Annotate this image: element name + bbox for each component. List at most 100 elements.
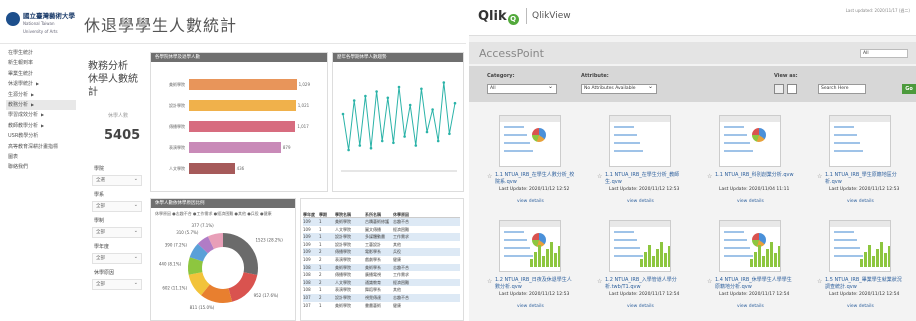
- nav-item[interactable]: 生源分析 ▶: [6, 90, 76, 100]
- trend-point[interactable]: [341, 112, 345, 116]
- document-thumbnail[interactable]: [609, 220, 671, 272]
- view-details-link[interactable]: view details: [517, 199, 544, 204]
- table-row[interactable]: 107 2 設計學院 視覺傳達 志趣不合: [303, 293, 460, 302]
- trend-point[interactable]: [358, 144, 362, 147]
- document-thumbnail[interactable]: [719, 115, 781, 167]
- trend-point[interactable]: [414, 144, 418, 147]
- favorite-star-icon[interactable]: ☆: [817, 278, 822, 285]
- trend-point[interactable]: [364, 94, 367, 98]
- document-name-link[interactable]: 1.5 NTUA_IRB_畢業學生就業狀況調查統計.qvw: [825, 277, 905, 290]
- view-details-link[interactable]: view details: [737, 304, 764, 309]
- nav-item[interactable]: USR教學分析: [6, 131, 76, 141]
- trend-point[interactable]: [453, 101, 457, 105]
- filter-select[interactable]: 全部: [92, 227, 142, 238]
- table-header-cell[interactable]: 學年度: [303, 211, 319, 217]
- trend-point[interactable]: [442, 81, 446, 84]
- donut-slice[interactable]: [201, 284, 233, 303]
- favorite-star-icon[interactable]: ☆: [707, 173, 712, 180]
- search-input[interactable]: Search Here: [818, 84, 866, 94]
- table-header-cell[interactable]: 休學原因: [393, 211, 443, 217]
- table-row[interactable]: 107 1 美術學院 書畫藝術 健康: [303, 302, 460, 310]
- view-details-link[interactable]: view details: [737, 199, 764, 204]
- document-name-link[interactable]: 1.4 NTUA_IRB_休學學生人學學生原籍地分析.qvw: [715, 277, 795, 290]
- document-name-link[interactable]: 1.1 NTUA_IRB_在學生人數分析_校院系.qvw: [495, 172, 575, 185]
- table-row[interactable]: 108 2 傳播學院 廣播電視 工作需求: [303, 271, 460, 279]
- grid-view-icon[interactable]: [787, 84, 797, 94]
- favorite-star-icon[interactable]: ☆: [597, 278, 602, 285]
- table-header-cell[interactable]: 學期: [319, 211, 335, 217]
- filter-select[interactable]: 全選: [92, 175, 142, 186]
- trend-point[interactable]: [352, 99, 356, 102]
- document-name-link[interactable]: 1.2 NTUA_IRB_入學管道人學分析.twb/T1.qvw: [605, 277, 685, 290]
- bar[interactable]: [189, 121, 296, 132]
- trend-point[interactable]: [408, 103, 412, 107]
- trend-point[interactable]: [369, 146, 373, 150]
- trend-point[interactable]: [347, 148, 350, 152]
- document-name-link[interactable]: 1.2 NTUA_IRB_日夜及休退學生人數分析.qvw: [495, 277, 575, 290]
- trend-point[interactable]: [403, 135, 406, 138]
- table-row[interactable]: 109 2 表演學院 戲劇學系 健康: [303, 256, 460, 264]
- bar[interactable]: [189, 79, 297, 90]
- donut-slice[interactable]: [197, 236, 215, 254]
- table-row[interactable]: 108 2 人文學院 通識教育 經濟困難: [303, 278, 460, 287]
- category-dropdown[interactable]: All: [487, 83, 557, 94]
- document-thumbnail[interactable]: [609, 115, 671, 167]
- favorite-star-icon[interactable]: ☆: [707, 278, 712, 285]
- nav-item[interactable]: 高等教育深耕計畫指標: [6, 142, 76, 152]
- favorite-star-icon[interactable]: ☆: [487, 278, 492, 285]
- document-name-link[interactable]: 1.1 NTUA_IRB_學生原籍地區分析.qvw: [825, 172, 905, 185]
- filter-select[interactable]: 全部: [92, 253, 142, 264]
- donut-slice[interactable]: [188, 257, 204, 275]
- view-details-link[interactable]: view details: [627, 304, 654, 309]
- trend-point[interactable]: [448, 132, 451, 136]
- donut-slice[interactable]: [189, 243, 209, 262]
- nav-item[interactable]: 畢業生統計: [6, 69, 76, 79]
- nav-item[interactable]: 休退學統計 ▶: [6, 79, 76, 89]
- table-row[interactable]: 109 1 美術學院 古蹟藝術修護 志趣不合: [303, 218, 460, 226]
- nav-item[interactable]: 教務分析 ▶: [6, 99, 76, 111]
- view-details-link[interactable]: view details: [517, 304, 544, 309]
- list-view-icon[interactable]: [774, 84, 784, 94]
- trend-point[interactable]: [375, 90, 378, 93]
- trend-point[interactable]: [397, 85, 401, 89]
- donut-slice[interactable]: [228, 271, 258, 302]
- view-details-link[interactable]: view details: [847, 304, 874, 309]
- table-row[interactable]: 109 1 人文學院 圖文傳播 經濟困難: [303, 226, 460, 234]
- trend-point[interactable]: [420, 87, 423, 91]
- filter-select[interactable]: 全部: [92, 279, 142, 290]
- trend-point[interactable]: [431, 108, 434, 111]
- table-row[interactable]: 108 1 表演學院 舞蹈學系 其他: [303, 286, 460, 294]
- nav-item[interactable]: 聯絡我們: [6, 162, 76, 172]
- document-name-link[interactable]: 1.1 NTUA_IRB_科別創業分析.qvw: [715, 172, 795, 179]
- bar[interactable]: [189, 163, 235, 174]
- table-header-cell[interactable]: 系所名稱: [365, 211, 393, 217]
- nav-item[interactable]: 教師教學分析 ▶: [6, 121, 76, 131]
- document-thumbnail[interactable]: [499, 115, 561, 167]
- table-row[interactable]: 109 1 設計學院 多媒體動畫 工作需求: [303, 233, 460, 241]
- favorite-star-icon[interactable]: ☆: [597, 173, 602, 180]
- nav-item[interactable]: 學習成效分析 ▶: [6, 110, 76, 120]
- donut-slice[interactable]: [222, 233, 258, 275]
- donut-slice[interactable]: [188, 271, 211, 296]
- table-header-cell[interactable]: 學院名稱: [335, 211, 365, 217]
- document-thumbnail[interactable]: [829, 220, 891, 272]
- table-row[interactable]: 109 2 傳播學院 電影學系 兵役: [303, 248, 460, 256]
- nav-item[interactable]: 在學生統計: [6, 48, 76, 58]
- bar[interactable]: [189, 142, 281, 153]
- table-row[interactable]: 108 1 美術學院 美術學系 志趣不合: [303, 263, 460, 272]
- trend-point[interactable]: [425, 130, 429, 134]
- accesspoint-select[interactable]: All: [860, 49, 908, 58]
- view-details-link[interactable]: view details: [847, 199, 874, 204]
- bar[interactable]: [189, 100, 296, 111]
- filter-select[interactable]: 全部: [92, 201, 142, 212]
- trend-point[interactable]: [380, 139, 384, 143]
- document-thumbnail[interactable]: [829, 115, 891, 167]
- nav-item[interactable]: 新生報到率: [6, 58, 76, 68]
- attribute-dropdown[interactable]: No Attributes Available: [581, 83, 657, 94]
- document-thumbnail[interactable]: [719, 220, 781, 272]
- document-thumbnail[interactable]: [499, 220, 561, 272]
- go-button[interactable]: Go: [902, 84, 916, 94]
- view-details-link[interactable]: view details: [627, 199, 654, 204]
- favorite-star-icon[interactable]: ☆: [487, 173, 492, 180]
- trend-point[interactable]: [436, 139, 440, 143]
